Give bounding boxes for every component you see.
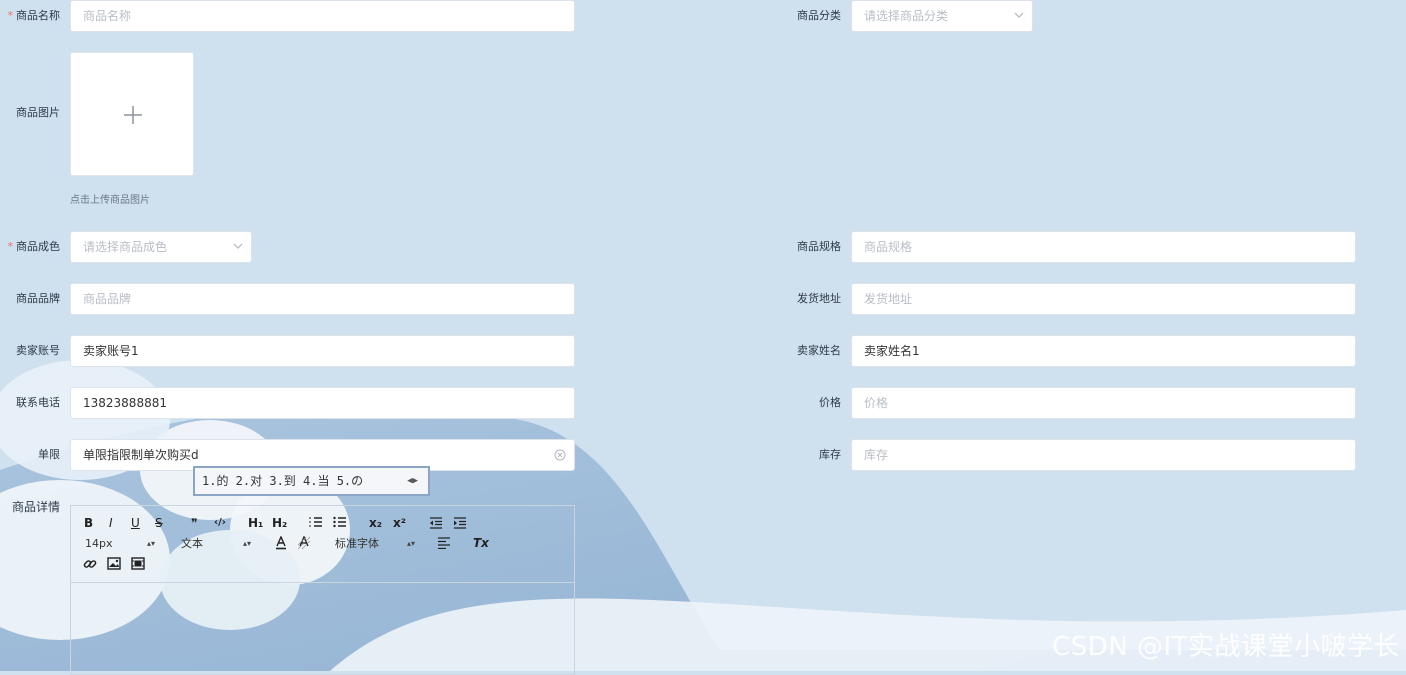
spec-input[interactable]: 商品规格	[851, 231, 1356, 263]
background-color-icon[interactable]	[297, 536, 311, 550]
font-family-select[interactable]: 标准字体 ▴▾	[335, 537, 415, 551]
detail-label: 商品详情	[11, 500, 60, 514]
rich-text-editor[interactable]: B I U S ❞ ‹/› H₁ H₂ x₂ x² 14px▴▾ 文本▴▾	[70, 505, 575, 675]
condition-select[interactable]: 请选择商品成色	[70, 231, 252, 263]
ime-candidates[interactable]: 1.的 2.对 3.到 4.当 5.の	[202, 474, 363, 488]
image-icon[interactable]	[107, 557, 121, 570]
underline-button[interactable]: U	[131, 516, 140, 530]
brand-input[interactable]: 商品品牌	[70, 283, 575, 315]
clean-format-button[interactable]: Tx	[473, 536, 489, 550]
select-arrows-icon: ▴▾	[242, 539, 251, 548]
select-arrows-icon: ▴▾	[406, 539, 415, 548]
font-color-icon[interactable]	[274, 536, 288, 550]
image-upload[interactable]	[70, 52, 194, 176]
ordered-list-icon[interactable]	[309, 516, 323, 528]
seller-account-input[interactable]: 卖家账号1	[70, 335, 575, 367]
seller-name-input[interactable]: 卖家姓名1	[851, 335, 1356, 367]
limit-label: 单限	[38, 448, 60, 461]
brand-label: 商品品牌	[16, 292, 60, 305]
code-button[interactable]: ‹/›	[214, 516, 226, 530]
link-icon[interactable]	[83, 557, 97, 571]
chevron-down-icon	[233, 243, 243, 249]
category-label: 商品分类	[797, 9, 841, 22]
outdent-icon[interactable]	[429, 517, 443, 529]
italic-button[interactable]: I	[109, 516, 113, 530]
subscript-button[interactable]: x₂	[369, 516, 382, 530]
stock-label: 库存	[819, 448, 841, 461]
header-select[interactable]: 文本 ▴▾	[181, 537, 251, 551]
superscript-button[interactable]: x²	[393, 516, 406, 530]
address-input[interactable]: 发货地址	[851, 283, 1356, 315]
quote-button[interactable]: ❞	[191, 516, 197, 530]
font-size-select[interactable]: 14px ▴▾	[85, 537, 155, 551]
select-arrows-icon: ▴▾	[146, 539, 155, 548]
editor-toolbar: B I U S ❞ ‹/› H₁ H₂ x₂ x² 14px▴▾ 文本▴▾	[71, 506, 574, 583]
price-input[interactable]: 价格	[851, 387, 1356, 419]
upload-hint: 点击上传商品图片	[70, 195, 150, 206]
plus-icon	[124, 106, 142, 124]
spec-label: 商品规格	[797, 240, 841, 253]
image-label: 商品图片	[16, 106, 60, 119]
ime-candidate-window[interactable]: 1.的 2.对 3.到 4.当 5.の ◀▶	[193, 466, 430, 496]
video-icon[interactable]	[131, 557, 145, 570]
name-label: * 商品名称	[7, 9, 61, 22]
watermark: CSDN @IT实战课堂小啵学长	[1052, 632, 1400, 662]
seller-name-label: 卖家姓名	[797, 344, 841, 357]
address-label: 发货地址	[797, 292, 841, 305]
bold-button[interactable]: B	[84, 516, 93, 530]
chevron-down-icon	[1014, 12, 1024, 18]
clear-icon[interactable]	[554, 449, 566, 461]
indent-icon[interactable]	[453, 517, 467, 529]
name-input[interactable]: 商品名称	[70, 0, 575, 32]
category-select[interactable]: 请选择商品分类	[851, 0, 1033, 32]
ime-page-arrows[interactable]: ◀▶	[407, 468, 418, 494]
stock-input[interactable]: 库存	[851, 439, 1356, 471]
condition-label: * 商品成色	[7, 240, 61, 253]
phone-input[interactable]: 13823888881	[70, 387, 575, 419]
price-label: 价格	[819, 396, 841, 409]
phone-label: 联系电话	[16, 396, 60, 409]
strike-button[interactable]: S	[155, 516, 163, 530]
h1-button[interactable]: H₁	[248, 516, 263, 530]
seller-account-label: 卖家账号	[16, 344, 60, 357]
bullet-list-icon[interactable]	[333, 516, 347, 528]
align-icon[interactable]	[437, 537, 451, 549]
h2-button[interactable]: H₂	[272, 516, 287, 530]
